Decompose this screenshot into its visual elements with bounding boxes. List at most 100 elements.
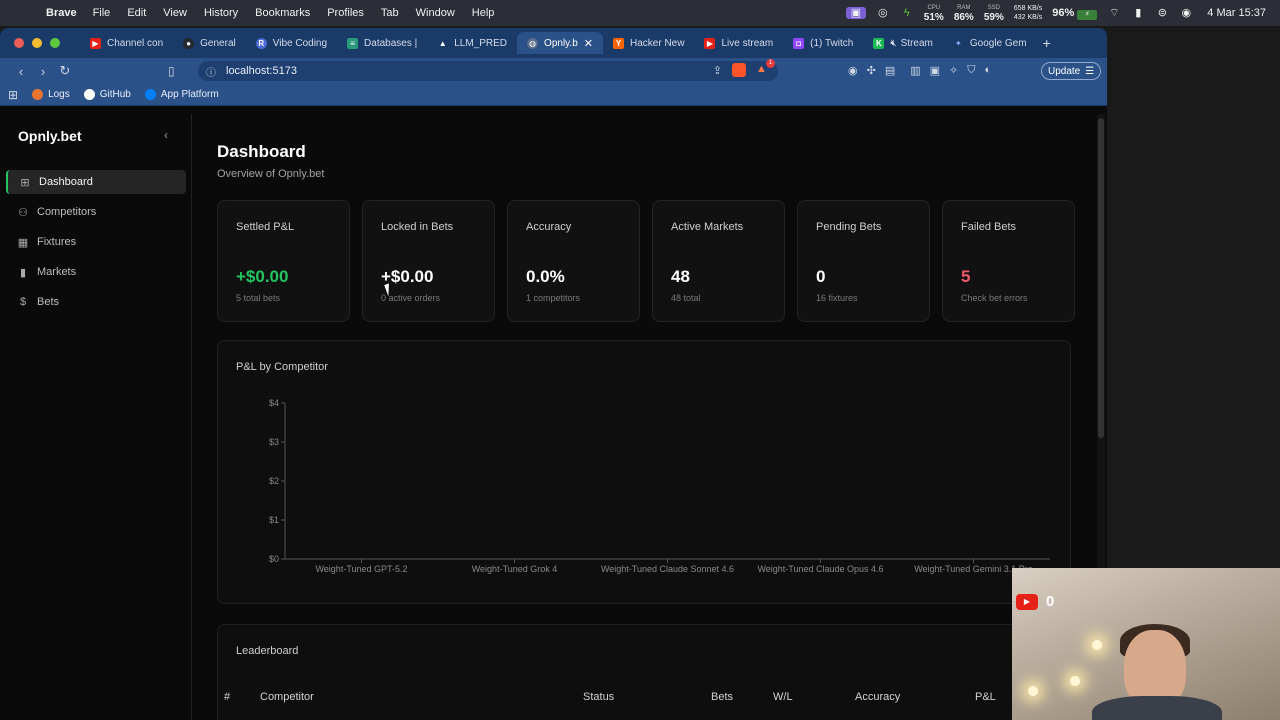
menu-file[interactable]: File bbox=[93, 7, 111, 19]
sidebar-icon[interactable]: ▮ bbox=[1131, 7, 1145, 19]
reload-icon[interactable]: ↻ bbox=[54, 63, 76, 79]
cpu-stat[interactable]: CPU 51% bbox=[924, 4, 944, 23]
sidebar-toggle-icon[interactable]: ▥ bbox=[910, 64, 920, 77]
bookmark-icon[interactable]: ▯ bbox=[168, 64, 175, 78]
reader-icon[interactable]: ▤ bbox=[885, 64, 895, 77]
close-window-button[interactable] bbox=[14, 38, 24, 48]
browser-window: ▶ Channel con ● General R Vibe Coding ≡ Data… bbox=[0, 28, 1107, 720]
tab-hacker-news[interactable]: Y Hacker New bbox=[603, 32, 694, 54]
menu-help[interactable]: Help bbox=[472, 7, 495, 19]
database-icon: ≡ bbox=[347, 37, 359, 49]
menu-profiles[interactable]: Profiles bbox=[327, 7, 364, 19]
forward-icon[interactable]: › bbox=[32, 64, 54, 79]
battery-indicator[interactable]: 96% ⚡ bbox=[1052, 7, 1098, 20]
column-header-wl[interactable]: W/L bbox=[773, 691, 793, 703]
screen-record-icon[interactable]: ▣ bbox=[845, 7, 866, 19]
new-tab-button[interactable]: + bbox=[1043, 35, 1051, 51]
minimize-window-button[interactable] bbox=[32, 38, 42, 48]
ram-value: 86% bbox=[953, 12, 974, 23]
menu-window[interactable]: Window bbox=[416, 7, 455, 19]
back-icon[interactable]: ‹ bbox=[10, 64, 32, 79]
column-header-bets[interactable]: Bets bbox=[711, 691, 733, 703]
column-header-accuracy[interactable]: Accuracy bbox=[855, 691, 900, 703]
sidebar-item-markets[interactable]: ▮ Markets bbox=[6, 260, 186, 284]
menu-view[interactable]: View bbox=[163, 7, 187, 19]
app-menu-name[interactable]: Brave bbox=[46, 7, 77, 19]
activity-icon[interactable]: ◎ bbox=[876, 7, 890, 19]
url-text[interactable]: localhost:5173 bbox=[226, 65, 297, 77]
tab-llm-pred[interactable]: ▲ LLM_PRED bbox=[427, 32, 517, 54]
bookmark-app-platform[interactable]: App Platform bbox=[144, 89, 219, 100]
stat-cards: Settled P&L +$0.00 5 total bets Locked i… bbox=[217, 200, 1075, 322]
column-header-competitor[interactable]: Competitor bbox=[260, 691, 314, 703]
sidebar-item-dashboard[interactable]: ⊞ Dashboard bbox=[6, 170, 186, 194]
stat-value: 5 bbox=[961, 267, 971, 286]
siri-icon[interactable]: ◉ bbox=[1179, 7, 1193, 19]
github-icon: ● bbox=[183, 37, 195, 49]
tab-databases[interactable]: ≡ Databases | bbox=[337, 32, 427, 54]
tab-twitch[interactable]: ◘ (1) Twitch bbox=[783, 32, 863, 54]
column-header-rank[interactable]: # bbox=[224, 691, 230, 703]
collapse-sidebar-icon[interactable]: ‹ bbox=[164, 128, 168, 142]
stat-card-active-markets: Active Markets 48 48 total bbox=[652, 200, 785, 322]
menu-history[interactable]: History bbox=[204, 7, 238, 19]
mountain-icon: ▲ bbox=[438, 38, 447, 48]
extension-icon[interactable]: ◉ bbox=[848, 64, 858, 77]
x-tick-label: Weight-Tuned Claude Sonnet 4.6 bbox=[601, 564, 734, 574]
sidebar-item-label: Dashboard bbox=[39, 176, 93, 188]
bookmark-logs[interactable]: Logs bbox=[32, 89, 70, 100]
stat-label: Active Markets bbox=[671, 221, 744, 233]
menu-bookmarks[interactable]: Bookmarks bbox=[255, 7, 310, 19]
tab-github-general[interactable]: ● General bbox=[173, 32, 246, 54]
address-bar[interactable]: ⓘ localhost:5173 ⇪ ▲ 1 bbox=[198, 59, 778, 81]
tab-stream[interactable]: K 🔇︎ Stream bbox=[863, 32, 943, 54]
close-tab-icon[interactable]: ✕ bbox=[584, 37, 593, 50]
leaderboard-title: Leaderboard bbox=[236, 645, 299, 657]
stat-value: +$0.00 bbox=[236, 267, 289, 286]
tab-label: Google Gem bbox=[969, 37, 1027, 49]
column-header-pnl[interactable]: P&L bbox=[975, 691, 996, 703]
sidebar-item-fixtures[interactable]: ▦ Fixtures bbox=[6, 230, 186, 254]
tab-strip: ▶ Channel con ● General R Vibe Coding ≡ Data… bbox=[0, 28, 1107, 58]
tab-vibe-coding[interactable]: R Vibe Coding bbox=[246, 32, 337, 54]
bookmark-label: App Platform bbox=[160, 89, 219, 100]
notification-badge: 1 bbox=[766, 59, 775, 68]
muted-icon[interactable]: 🔇︎ bbox=[890, 38, 896, 49]
sidebar-item-competitors[interactable]: ⚇ Competitors bbox=[6, 200, 186, 224]
brave-rewards-icon[interactable]: ▲ 1 bbox=[756, 59, 775, 77]
zoom-window-button[interactable] bbox=[50, 38, 60, 48]
night-mode-icon[interactable]: ◐ bbox=[985, 64, 992, 77]
y-tick-label: $1 bbox=[269, 515, 279, 525]
ram-stat[interactable]: RAM 86% bbox=[953, 4, 974, 23]
bookmark-github[interactable]: GitHub bbox=[83, 89, 131, 100]
wallet-icon[interactable]: ▣ bbox=[930, 64, 940, 77]
wifi-icon[interactable]: ⌔ bbox=[1107, 7, 1121, 19]
site-info-icon[interactable]: ⓘ bbox=[206, 64, 216, 79]
vpn-icon[interactable]: ⛉ bbox=[967, 64, 975, 77]
brave-shields-icon[interactable] bbox=[732, 63, 746, 77]
menu-tab[interactable]: Tab bbox=[381, 7, 399, 19]
tab-label: Vibe Coding bbox=[272, 37, 328, 49]
stat-value: 48 bbox=[671, 267, 690, 286]
youtube-icon: ▶ bbox=[704, 37, 716, 49]
scrollbar-thumb[interactable] bbox=[1098, 118, 1104, 438]
stat-label: Accuracy bbox=[526, 221, 572, 233]
sidebar-item-bets[interactable]: $ Bets bbox=[6, 290, 186, 314]
tab-channel-content[interactable]: ▶ Channel con bbox=[80, 32, 173, 54]
ssd-stat[interactable]: SSD 59% bbox=[984, 4, 1004, 23]
share-icon[interactable]: ⇪ bbox=[713, 64, 722, 77]
bolt-icon: ϟ bbox=[903, 7, 910, 19]
menubar-clock[interactable]: 4 Mar 15:37 bbox=[1207, 7, 1266, 19]
brand-logo[interactable]: Opnly.bet bbox=[18, 128, 82, 144]
menu-edit[interactable]: Edit bbox=[127, 7, 146, 19]
control-center-icon[interactable]: ⊜ bbox=[1155, 7, 1169, 19]
column-header-status[interactable]: Status bbox=[583, 691, 614, 703]
tab-live-stream[interactable]: ▶ Live stream bbox=[694, 32, 783, 54]
network-stat[interactable]: 658 KB/s 432 KB/s bbox=[1014, 4, 1042, 22]
update-button[interactable]: Update ☰ bbox=[1041, 62, 1102, 80]
leo-ai-icon[interactable]: ✧ bbox=[949, 64, 958, 77]
tab-opnly-active[interactable]: ◍ Opnly.b ✕ bbox=[517, 32, 603, 54]
tab-google-gemini[interactable]: ✦ Google Gem bbox=[943, 32, 1037, 54]
apps-grid-icon[interactable]: ⊞ bbox=[8, 88, 18, 102]
puzzle-icon[interactable]: ✣ bbox=[867, 64, 876, 77]
